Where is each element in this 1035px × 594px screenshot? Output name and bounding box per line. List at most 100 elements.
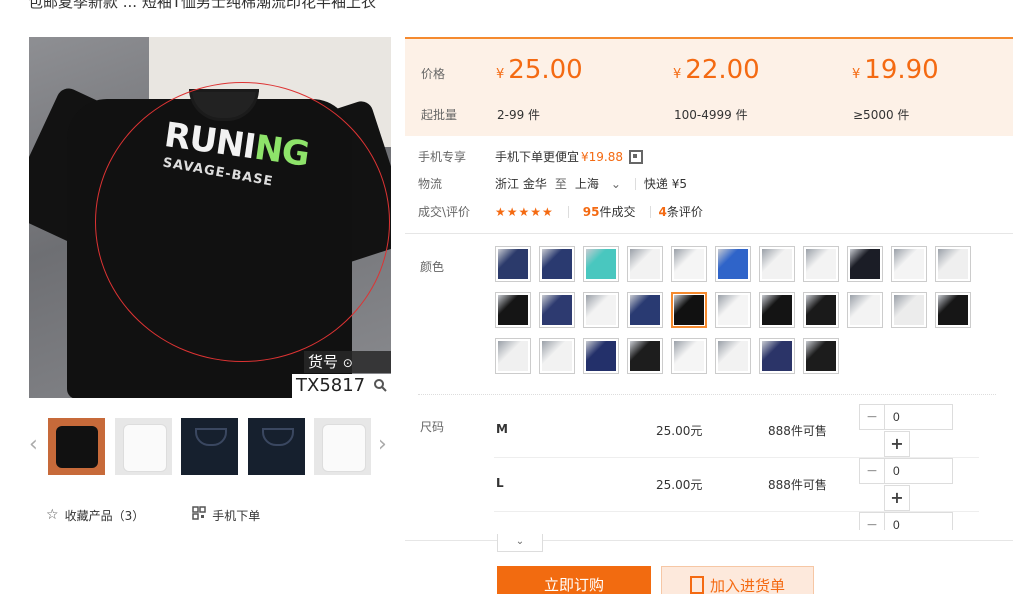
thumb-next-arrow-icon[interactable]: › [378, 432, 387, 457]
quantity-input[interactable] [884, 512, 953, 530]
quantity-input[interactable] [884, 404, 953, 430]
deals-count-link[interactable]: 95件成交 [583, 203, 636, 220]
thumb-prev-arrow-icon[interactable]: ‹ [29, 432, 38, 457]
color-swatch[interactable] [671, 338, 707, 374]
thumbnail-1[interactable] [48, 418, 105, 475]
mobile-promo-row: 手机专享 手机下单更便宜 ¥19.88 [418, 148, 644, 165]
decrement-button[interactable]: − [859, 458, 885, 484]
zoom-icon[interactable] [373, 378, 387, 396]
swatch-image [630, 295, 660, 325]
color-swatch[interactable] [495, 292, 531, 328]
quantity-input[interactable] [884, 458, 953, 484]
price-box: 价格 起批量 ¥25.00 2-99 件 ¥22.00 100-4999 件 ¥… [405, 39, 1013, 136]
add-to-cart-button[interactable]: 加入进货单 [661, 566, 814, 594]
increment-button[interactable]: + [884, 485, 910, 511]
swatch-image [586, 295, 616, 325]
qr-code-icon [192, 506, 206, 524]
swatch-image [718, 249, 748, 279]
buy-now-button[interactable]: 立即订购 [497, 566, 651, 594]
size-row-l: L 25.00元 888件可售 − + [494, 458, 979, 512]
color-swatch[interactable] [759, 246, 795, 282]
color-swatch[interactable] [847, 246, 883, 282]
size-name: M [496, 422, 508, 436]
swatch-image [498, 249, 528, 279]
color-swatch[interactable] [583, 292, 619, 328]
color-swatch[interactable] [803, 292, 839, 328]
logistics-express: 快递 ¥5 [643, 177, 688, 191]
thumbnail-3[interactable] [181, 418, 238, 475]
color-swatch[interactable] [715, 246, 751, 282]
color-swatch[interactable] [715, 338, 751, 374]
color-swatch[interactable] [847, 292, 883, 328]
logistics-label: 物流 [418, 177, 443, 191]
thumbnail-4[interactable] [248, 418, 305, 475]
favorite-link[interactable]: ☆ 收藏产品（3） [46, 506, 144, 524]
logistics-to-word: 至 [554, 177, 567, 191]
color-swatch[interactable] [891, 292, 927, 328]
expand-sizes-button[interactable]: ⌄ [497, 534, 543, 552]
decrement-button[interactable]: − [859, 404, 885, 430]
sku-label-tag: 货号 ⊙ [304, 351, 391, 373]
color-swatch[interactable] [935, 292, 971, 328]
tier-1-price: ¥25.00 [496, 55, 583, 85]
mobile-order-label: 手机下单 [212, 508, 261, 523]
color-swatch[interactable] [715, 292, 751, 328]
swatch-image [498, 341, 528, 371]
color-swatch[interactable] [627, 338, 663, 374]
decrement-button[interactable]: − [859, 512, 885, 530]
increment-button[interactable]: + [884, 431, 910, 457]
swatch-image [762, 249, 792, 279]
color-swatch[interactable] [803, 246, 839, 282]
swatch-image [850, 249, 880, 279]
size-price: 25.00元 [656, 478, 703, 492]
color-swatch[interactable] [495, 338, 531, 374]
size-stock: 888件可售 [768, 424, 827, 438]
color-swatch[interactable] [935, 246, 971, 282]
color-swatch[interactable] [539, 292, 575, 328]
color-swatch[interactable] [539, 246, 575, 282]
logistics-row: 物流 浙江 金华 至 上海 ⌄ 快递 ¥5 [418, 175, 687, 192]
color-swatch[interactable] [803, 338, 839, 374]
tier-3-price: ¥19.90 [852, 55, 939, 85]
mobile-promo-price: ¥19.88 [581, 149, 624, 164]
swatch-image [938, 295, 968, 325]
clipboard-icon [689, 576, 704, 594]
color-swatch[interactable] [671, 246, 707, 282]
color-swatch[interactable] [759, 292, 795, 328]
color-swatch[interactable] [759, 338, 795, 374]
color-swatch[interactable] [627, 292, 663, 328]
swatch-image [806, 295, 836, 325]
qr-code-icon[interactable] [629, 149, 644, 164]
swatch-image [542, 295, 572, 325]
tier-2-qty: 100-4999 件 [674, 108, 748, 122]
color-swatch[interactable] [583, 246, 619, 282]
mobile-promo-label: 手机专享 [418, 150, 467, 164]
reviews-count-link[interactable]: 4条评价 [659, 203, 703, 220]
color-swatch[interactable] [891, 246, 927, 282]
swatch-image [674, 341, 704, 371]
rating-stars-icon: ★★★★★ [495, 204, 554, 219]
swatch-image [542, 249, 572, 279]
swatch-image [806, 249, 836, 279]
mobile-promo-text[interactable]: 手机下单更便宜 [495, 148, 579, 165]
thumbnail-strip: ‹ › [29, 418, 391, 476]
color-swatch[interactable] [583, 338, 619, 374]
color-swatch[interactable] [671, 292, 707, 328]
main-product-image[interactable]: RUNING SAVAGE-BASE 货号 ⊙ TX5817 [29, 37, 391, 398]
swatch-image [762, 295, 792, 325]
size-stock: 888件可售 [768, 478, 827, 492]
mobile-order-link[interactable]: 手机下单 [192, 506, 260, 524]
swatch-image [586, 249, 616, 279]
swatch-image [674, 295, 704, 325]
logistics-to-select[interactable]: 上海 ⌄ [575, 175, 621, 192]
swatch-image [542, 341, 572, 371]
thumbnail-2[interactable] [115, 418, 172, 475]
color-swatch[interactable] [539, 338, 575, 374]
thumbnail-5[interactable] [314, 418, 371, 475]
swatch-image [586, 341, 616, 371]
color-swatch[interactable] [627, 246, 663, 282]
dotted-divider [418, 394, 996, 395]
color-swatch[interactable] [495, 246, 531, 282]
deals-row: 成交\评价 ★★★★★ 95件成交 4条评价 [418, 203, 703, 220]
section-divider [405, 233, 1013, 234]
